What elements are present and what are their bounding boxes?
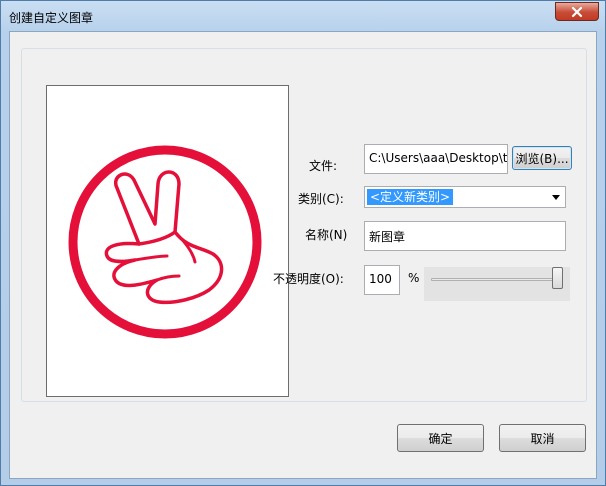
opacity-slider-thumb[interactable] bbox=[552, 267, 563, 289]
cancel-button[interactable]: 取消 bbox=[499, 424, 586, 452]
name-label: 名称(N) bbox=[305, 228, 348, 242]
window-title: 创建自定义图章 bbox=[9, 11, 94, 25]
close-icon bbox=[571, 6, 583, 17]
opacity-unit: % bbox=[408, 271, 420, 285]
file-path-field[interactable]: C:\Users\aaa\Desktop\tin bbox=[364, 144, 508, 174]
opacity-label: 不透明度(O): bbox=[273, 272, 344, 286]
dialog-client-area: 文件: C:\Users\aaa\Desktop\tin 浏览(B)... 类别… bbox=[9, 31, 597, 479]
opacity-slider[interactable] bbox=[424, 267, 570, 301]
browse-button[interactable]: 浏览(B)... bbox=[512, 146, 572, 170]
name-field[interactable]: 新图章 bbox=[364, 221, 566, 251]
settings-group: 文件: C:\Users\aaa\Desktop\tin 浏览(B)... 类别… bbox=[21, 48, 587, 402]
category-selected-value: <定义新类别> bbox=[367, 189, 454, 205]
category-select[interactable]: <定义新类别> bbox=[364, 186, 566, 208]
opacity-value-field[interactable]: 100 bbox=[364, 265, 400, 295]
dialog-window: 创建自定义图章 文件: C:\Users\aaa\Desktop\tin 浏览(… bbox=[0, 0, 606, 486]
title-bar[interactable]: 创建自定义图章 bbox=[1, 1, 605, 31]
category-label: 类别(C): bbox=[298, 192, 344, 206]
stamp-preview bbox=[46, 85, 289, 397]
ok-button[interactable]: 确定 bbox=[397, 424, 484, 452]
close-button[interactable] bbox=[555, 2, 599, 21]
file-label: 文件: bbox=[309, 159, 338, 173]
chevron-down-icon[interactable] bbox=[552, 195, 560, 200]
opacity-slider-track[interactable] bbox=[431, 278, 559, 281]
peace-hand-stamp-icon bbox=[68, 145, 262, 339]
